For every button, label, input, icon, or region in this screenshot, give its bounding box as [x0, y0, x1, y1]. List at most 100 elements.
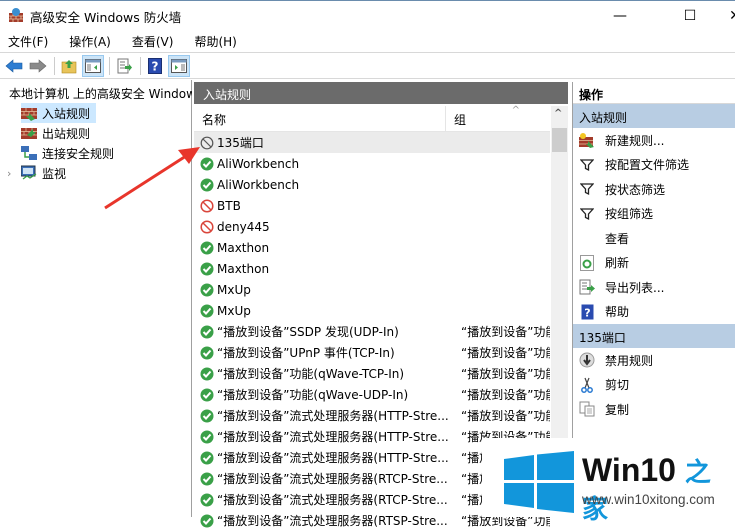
table-row[interactable]: “播放到设备”功能(qWave-TCP-In) “播放到设备”功能 — [194, 363, 550, 384]
table-row[interactable]: MxUp — [194, 300, 550, 321]
action-item[interactable]: 按配置文件筛选 — [573, 153, 735, 178]
up-level-button[interactable] — [58, 55, 80, 77]
rule-name: MxUp — [217, 282, 251, 297]
export-list-button[interactable] — [113, 55, 135, 77]
allow-rule-icon — [200, 367, 214, 381]
rule-name: 135端口 — [217, 136, 264, 150]
navigation-tree: 本地计算机 上的高级安全 Windows 防火墙 入站规则 出站规则 连接安全规… — [0, 80, 192, 517]
menu-help[interactable]: 帮助(H) — [186, 30, 244, 52]
rule-name: MxUp — [217, 303, 251, 318]
action-item[interactable]: 禁用规则 — [573, 348, 735, 373]
minimize-button[interactable]: — — [597, 1, 643, 30]
action-item[interactable]: ? 帮助 — [573, 300, 735, 325]
table-row[interactable]: AliWorkbench — [194, 174, 550, 195]
disable-rule-icon — [579, 352, 595, 368]
watermark-logo: Win10 之家 www.win10xitong.com — [482, 438, 735, 524]
table-row[interactable]: “播放到设备”流式处理服务器(HTTP-Stre... “播放到设备”功能 — [194, 405, 550, 426]
action-item[interactable]: 导出列表... — [573, 275, 735, 300]
column-header-name[interactable]: 名称 — [194, 106, 446, 131]
allow-rule-icon — [200, 451, 214, 465]
rule-name: “播放到设备”功能(qWave-TCP-In) — [217, 367, 405, 381]
action-label: 导出列表... — [605, 280, 665, 295]
tree-item-connection-security-rules[interactable]: 连接安全规则 — [21, 143, 114, 163]
allow-rule-icon — [200, 262, 214, 276]
allow-rule-icon — [200, 388, 214, 402]
maximize-button[interactable]: ☐ — [667, 1, 713, 30]
rule-name: Maxthon — [217, 261, 270, 276]
close-button[interactable]: ✕ — [712, 1, 735, 30]
table-row[interactable]: BTB — [194, 195, 550, 216]
action-label: 按状态筛选 — [605, 182, 666, 197]
tree-root[interactable]: 本地计算机 上的高级安全 Windows 防火墙 — [4, 83, 192, 103]
rule-group: “播放到设备”功能 — [461, 367, 550, 381]
actions-section-header[interactable]: 135端口 — [573, 324, 735, 348]
action-item[interactable]: 剪切 — [573, 373, 735, 398]
column-header-group[interactable]: 组 ^ — [446, 105, 550, 131]
table-row[interactable]: “播放到设备”UPnP 事件(TCP-In) “播放到设备”功能 — [194, 342, 550, 363]
action-label: 禁用规则 — [605, 353, 654, 368]
block-rule-icon — [200, 219, 214, 234]
rule-name: deny445 — [217, 219, 270, 234]
disabled-block-rule-icon — [200, 136, 214, 150]
action-item[interactable]: 查看 — [573, 226, 735, 251]
minimize-icon: — — [613, 7, 627, 24]
sort-ascending-icon: ^ — [511, 105, 520, 116]
allow-rule-icon — [200, 157, 214, 171]
rule-name: AliWorkbench — [217, 177, 300, 192]
outbound-rules-icon — [21, 128, 37, 139]
rule-name: “播放到设备”UPnP 事件(TCP-In) — [217, 346, 395, 360]
tree-item-label: 出站规则 — [42, 126, 91, 141]
table-row[interactable]: MxUp — [194, 279, 550, 300]
table-row[interactable]: Maxthon — [194, 258, 550, 279]
expand-chevron-icon[interactable]: › — [7, 167, 21, 180]
toolbar-separator — [109, 56, 110, 75]
action-item[interactable]: 新建规则... — [573, 128, 735, 153]
tree-item-monitoring[interactable]: › 监视 — [7, 163, 66, 183]
action-item[interactable]: 按状态筛选 — [573, 177, 735, 202]
show-hide-action-pane-icon — [171, 58, 187, 73]
pane-title: 入站规则 — [194, 82, 568, 104]
table-row[interactable]: “播放到设备”功能(qWave-UDP-In) “播放到设备”功能 — [194, 384, 550, 405]
action-label: 按配置文件筛选 — [605, 158, 690, 173]
action-item[interactable]: 按组筛选 — [573, 202, 735, 227]
menu-file[interactable]: 文件(F) — [0, 30, 56, 52]
table-row[interactable]: “播放到设备”SSDP 发现(UDP-In) “播放到设备”功能 — [194, 321, 550, 342]
block-rule-icon — [200, 198, 214, 213]
actions-title: 操作 — [573, 82, 735, 104]
table-row[interactable]: AliWorkbench — [194, 153, 550, 174]
rule-name: “播放到设备”功能(qWave-UDP-In) — [217, 388, 409, 402]
tree-item-label: 连接安全规则 — [42, 146, 115, 161]
cut-icon — [579, 377, 595, 393]
tree-item-inbound-rules[interactable]: 入站规则 — [21, 103, 97, 123]
tree-item-outbound-rules[interactable]: 出站规则 — [21, 123, 90, 143]
table-row[interactable]: 135端口 — [194, 132, 550, 153]
action-item[interactable]: 刷新 — [573, 251, 735, 276]
rule-name: “播放到设备”流式处理服务器(RTCP-Stre... — [217, 493, 448, 507]
show-hide-tree-button[interactable] — [82, 54, 104, 77]
actions-section-selected-rule: 禁用规则剪切复制 — [573, 348, 735, 422]
forward-button[interactable] — [27, 55, 49, 77]
rule-name: Maxthon — [217, 240, 270, 255]
help-button[interactable]: ? — [144, 55, 166, 77]
close-icon: ✕ — [729, 7, 735, 24]
toolbar: ? — [0, 52, 735, 79]
action-item[interactable]: 复制 — [573, 397, 735, 422]
menu-view[interactable]: 查看(V) — [124, 30, 182, 52]
action-label: 查看 — [605, 231, 630, 246]
table-row[interactable]: deny445 — [194, 216, 550, 237]
menu-action[interactable]: 操作(A) — [61, 30, 119, 52]
allow-rule-icon — [200, 178, 214, 192]
blank-icon — [579, 230, 595, 246]
action-label: 剪切 — [605, 378, 630, 393]
help-icon: ? — [579, 304, 595, 320]
back-button[interactable] — [3, 55, 25, 77]
actions-section-header[interactable]: 入站规则 — [573, 104, 735, 128]
action-label: 帮助 — [605, 305, 630, 320]
scroll-up-icon[interactable]: ^ — [554, 108, 562, 119]
window-title: 高级安全 Windows 防火墙 — [30, 10, 182, 25]
filter-icon — [579, 206, 595, 222]
filter-icon — [579, 157, 595, 173]
table-row[interactable]: Maxthon — [194, 237, 550, 258]
scrollbar-thumb[interactable] — [552, 128, 567, 152]
show-hide-action-pane-button[interactable] — [168, 54, 190, 77]
